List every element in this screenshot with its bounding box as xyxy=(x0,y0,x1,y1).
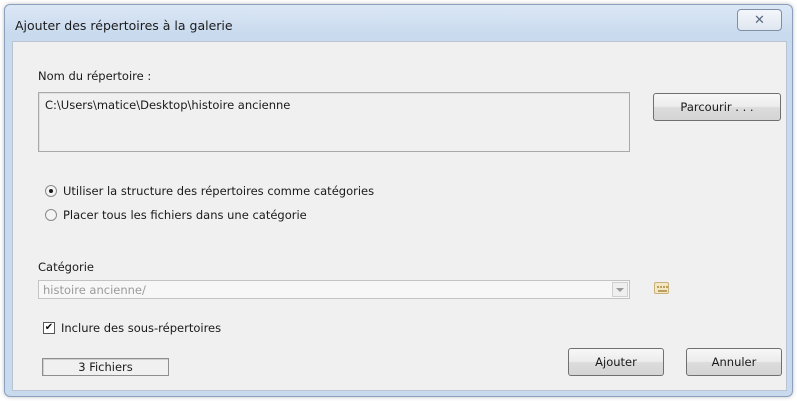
title-bar[interactable]: Ajouter des répertoires à la galerie ✕ xyxy=(5,5,792,41)
include-subdirs-checkbox[interactable]: ✔ Inclure des sous-répertoires xyxy=(43,321,221,335)
close-icon: ✕ xyxy=(754,12,765,28)
radio-structure-button[interactable] xyxy=(45,185,57,197)
keyboard-icon[interactable] xyxy=(654,282,669,294)
category-select[interactable]: histoire ancienne/ xyxy=(38,280,630,299)
browse-button[interactable]: Parcourir . . . xyxy=(653,93,781,121)
cancel-button[interactable]: Annuler xyxy=(686,348,782,376)
radio-structure[interactable]: Utiliser la structure des répertoires co… xyxy=(45,184,374,198)
radio-structure-label: Utiliser la structure des répertoires co… xyxy=(63,184,375,198)
checkbox-checked-icon[interactable]: ✔ xyxy=(43,322,55,334)
window-title: Ajouter des répertoires à la galerie xyxy=(15,18,233,33)
category-value: histoire ancienne/ xyxy=(43,283,146,297)
close-button[interactable]: ✕ xyxy=(737,9,782,31)
chevron-down-icon[interactable] xyxy=(612,282,628,297)
directory-value: C:\Users\matice\Desktop\histoire ancienn… xyxy=(45,98,291,112)
file-count-status: 3 Fichiers xyxy=(42,358,169,376)
radio-single-category-button[interactable] xyxy=(45,209,57,221)
directory-label: Nom du répertoire : xyxy=(38,69,152,83)
add-button[interactable]: Ajouter xyxy=(568,348,664,376)
dialog-window: Ajouter des répertoires à la galerie ✕ N… xyxy=(4,4,793,397)
category-label: Catégorie xyxy=(38,260,94,274)
radio-single-category[interactable]: Placer tous les fichiers dans une catégo… xyxy=(45,208,307,222)
include-subdirs-label: Inclure des sous-répertoires xyxy=(61,321,222,335)
radio-single-category-label: Placer tous les fichiers dans une catégo… xyxy=(63,208,307,222)
dialog-body: Nom du répertoire : C:\Users\matice\Desk… xyxy=(12,41,787,391)
directory-field[interactable]: C:\Users\matice\Desktop\histoire ancienn… xyxy=(38,92,630,152)
